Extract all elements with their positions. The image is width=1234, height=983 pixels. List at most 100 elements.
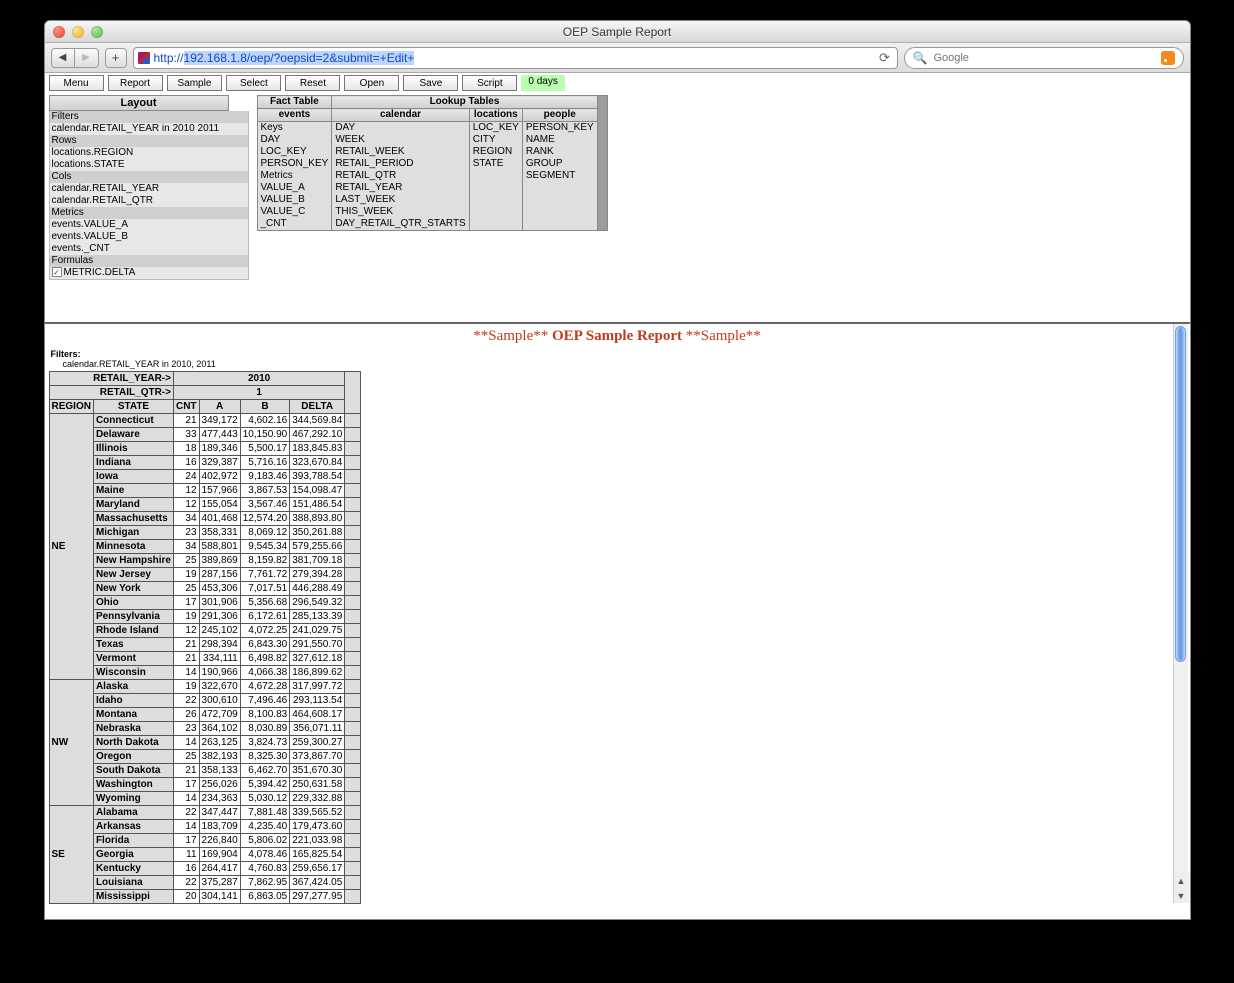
lookup-tables-header: Lookup Tables [332,96,597,109]
rss-icon[interactable] [1161,51,1175,65]
menu-script[interactable]: Script [462,75,517,91]
data-cell: 7,496.46 [240,694,290,708]
state-cell: Vermont [93,652,173,666]
browser-window: OEP Sample Report ◀ ▶ + http://192.168.1… [44,20,1191,920]
data-cell: 322,670 [199,680,240,694]
checkbox-icon[interactable]: ✓ [52,267,62,277]
state-cell: New Jersey [93,568,173,582]
menu-report[interactable]: Report [108,75,163,91]
zoom-icon[interactable] [91,26,103,38]
menu-save[interactable]: Save [403,75,458,91]
lookup-col-calendar[interactable]: calendar [332,109,469,122]
lookup-fields[interactable]: KeysDAYLOC_KEYPERSON_KEYMetricsVALUE_AVA… [257,122,332,231]
scroll-thumb[interactable] [1175,326,1186,662]
lookup-fields[interactable]: DAYWEEKRETAIL_WEEKRETAIL_PERIODRETAIL_QT… [332,122,469,231]
layout-item[interactable]: calendar.RETAIL_QTR [50,195,248,207]
lookup-fields[interactable]: LOC_KEYCITYREGIONSTATE [469,122,522,231]
data-cell: 291,306 [199,610,240,624]
state-cell: Indiana [93,456,173,470]
menu-reset[interactable]: Reset [285,75,340,91]
data-cell: 12 [173,624,199,638]
titlebar[interactable]: OEP Sample Report [45,21,1190,43]
url-field[interactable]: http://192.168.1.8/oep/?oepsid=2&submit=… [133,47,898,69]
state-cell: Nebraska [93,722,173,736]
data-cell: 25 [173,582,199,596]
state-cell: North Dakota [93,736,173,750]
filters-label: Filters: calendar.RETAIL_YEAR in 2010, 2… [45,349,1190,369]
data-cell: 349,172 [199,414,240,428]
data-cell: 388,893.80 [290,512,345,526]
close-icon[interactable] [53,26,65,38]
state-cell: Delaware [93,428,173,442]
table-row: Ohio17301,9065,356.68296,549.32 [49,596,361,610]
data-cell: 14 [173,666,199,680]
data-cell: 10,150.90 [240,428,290,442]
report-table: RETAIL_YEAR->2010RETAIL_QTR->1REGIONSTAT… [49,371,362,904]
lookup-col-events[interactable]: events [257,109,332,122]
report-title: **Sample** OEP Sample Report **Sample** [45,324,1190,349]
data-cell: 588,801 [199,540,240,554]
table-row: Washington17256,0265,394.42250,631.58 [49,778,361,792]
data-cell: 364,102 [199,722,240,736]
data-cell: 304,141 [199,890,240,904]
lookup-col-people[interactable]: people [522,109,597,122]
data-cell: 17 [173,834,199,848]
lookup-col-locations[interactable]: locations [469,109,522,122]
data-cell: 22 [173,876,199,890]
layout-group[interactable]: Formulas [50,255,248,267]
layout-item[interactable]: locations.STATE [50,159,248,171]
lookup-fields[interactable]: PERSON_KEYNAMERANKGROUPSEGMENT [522,122,597,231]
data-cell: 5,806.02 [240,834,290,848]
menu-select[interactable]: Select [226,75,281,91]
reload-icon[interactable]: ⟳ [877,50,893,66]
url-text: http://192.168.1.8/oep/?oepsid=2&submit=… [154,51,873,65]
favicon-icon [138,52,150,64]
data-cell: 6,172.61 [240,610,290,624]
table-row: New Jersey19287,1567,761.72279,394.28 [49,568,361,582]
layout-group[interactable]: Rows [50,135,248,147]
data-cell: 8,325.30 [240,750,290,764]
layout-item[interactable]: calendar.RETAIL_YEAR in 2010 2011 [50,123,248,135]
data-cell: 169,904 [199,848,240,862]
data-cell: 291,550.70 [290,638,345,652]
back-button[interactable]: ◀ [51,48,75,68]
layout-group[interactable]: Metrics [50,207,248,219]
layout-item[interactable]: ✓METRIC.DELTA [50,267,248,279]
layout-group[interactable]: Filters [50,111,248,123]
data-cell: 155,054 [199,498,240,512]
minimize-icon[interactable] [72,26,84,38]
data-cell: 298,394 [199,638,240,652]
data-cell: 4,078.46 [240,848,290,862]
scroll-up-icon[interactable]: ▲ [1174,873,1189,888]
forward-button[interactable]: ▶ [75,48,99,68]
data-cell: 6,462.70 [240,764,290,778]
scroll-gutter[interactable] [597,96,607,231]
data-cell: 293,113.54 [290,694,345,708]
data-cell: 157,966 [199,484,240,498]
vertical-scrollbar[interactable]: ▲ ▼ [1173,324,1188,903]
layout-item[interactable]: calendar.RETAIL_YEAR [50,183,248,195]
data-cell: 12 [173,484,199,498]
add-bookmark-button[interactable]: + [105,48,127,68]
data-cell: 25 [173,750,199,764]
data-cell: 165,825.54 [290,848,345,862]
layout-item[interactable]: events.VALUE_A [50,219,248,231]
menu-menu[interactable]: Menu [49,75,104,91]
layout-item[interactable]: locations.REGION [50,147,248,159]
menu-open[interactable]: Open [344,75,399,91]
menu-sample[interactable]: Sample [167,75,223,91]
layout-group[interactable]: Cols [50,171,248,183]
data-cell: 25 [173,554,199,568]
state-cell: Kentucky [93,862,173,876]
search-field[interactable]: 🔍 [904,47,1184,69]
data-cell: 8,159.82 [240,554,290,568]
scroll-down-icon[interactable]: ▼ [1174,888,1189,903]
data-cell: 6,863.05 [240,890,290,904]
layout-item[interactable]: events._CNT [50,243,248,255]
layout-item[interactable]: events.VALUE_B [50,231,248,243]
table-row: Oregon25382,1938,325.30373,867.70 [49,750,361,764]
table-row: Massachusetts34401,46812,574.20388,893.8… [49,512,361,526]
lookup-panel: Fact TableLookup Tableseventscalendarloc… [257,95,608,280]
search-input[interactable] [931,51,1156,65]
data-cell: 401,468 [199,512,240,526]
